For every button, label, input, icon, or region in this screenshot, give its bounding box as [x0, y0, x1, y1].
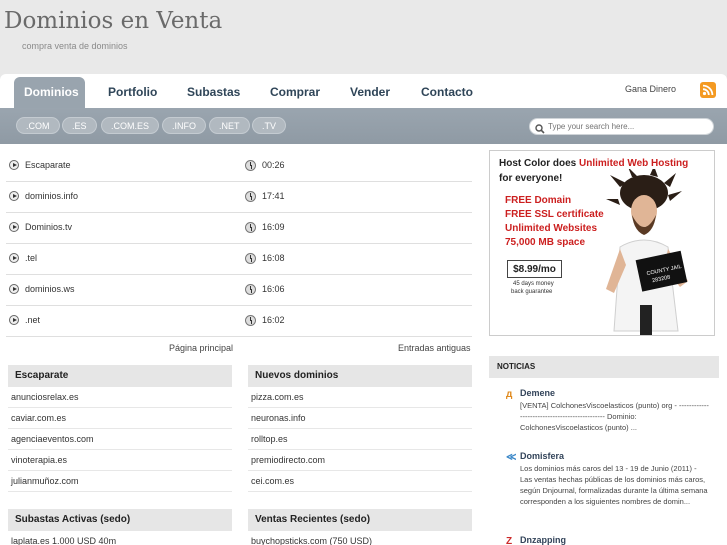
list-item[interactable]: vinoterapia.es [8, 450, 232, 471]
clock-icon [245, 222, 256, 233]
list-item[interactable]: neuronas.info [248, 408, 472, 429]
pager-home-link[interactable]: Página principal [169, 343, 233, 353]
ad-feature: FREE Domain [505, 195, 572, 206]
ad-person-image: COUNTY JAIL 283208 [606, 169, 688, 335]
tld-info[interactable]: .INFO [162, 117, 206, 134]
clock-icon [245, 315, 256, 326]
search-icon [535, 121, 545, 139]
nav-tab-portfolio[interactable]: Portfolio [98, 77, 167, 110]
box-title: Escaparate [8, 365, 232, 387]
post-title[interactable]: Dominios.tv [25, 222, 72, 232]
news-title[interactable]: Domisfera [520, 451, 564, 461]
post-row: .tel 16:08 [6, 244, 472, 275]
clock-icon [245, 160, 256, 171]
ad-price: $8.99/mo [507, 260, 562, 278]
ad-headline-2: for everyone! [499, 173, 563, 184]
post-title[interactable]: .net [25, 315, 40, 325]
news-title[interactable]: Dnzapping [520, 535, 566, 545]
post-title[interactable]: dominios.ws [25, 284, 75, 294]
nav-tab-contacto[interactable]: Contacto [411, 77, 483, 110]
hosting-ad-banner[interactable]: Host Color does Unlimited Web Hosting fo… [489, 150, 715, 336]
post-title[interactable]: Escaparate [25, 160, 71, 170]
clock-icon [245, 191, 256, 202]
post-time: 00:26 [262, 160, 285, 170]
list-item[interactable]: buychopsticks.com (750 USD) [248, 531, 472, 545]
news-title[interactable]: Demene [520, 388, 555, 398]
list-item[interactable]: caviar.com.es [8, 408, 232, 429]
post-title[interactable]: dominios.info [25, 191, 78, 201]
ventas-box: Ventas Recientes (sedo) buychopsticks.co… [248, 509, 472, 545]
tld-com[interactable]: .COM [16, 117, 60, 134]
main-nav: Dominios Portfolio Subastas Comprar Vend… [0, 74, 727, 110]
gana-dinero-link[interactable]: Gana Dinero [625, 84, 676, 94]
tld-bar: .COM .ES .COM.ES .INFO .NET .TV [0, 108, 727, 144]
ad-guarantee: back guarantee [511, 289, 553, 295]
tld-net[interactable]: .NET [209, 117, 250, 134]
main-content: Escaparate 00:26 dominios.info 17:41 Dom… [0, 144, 727, 545]
tld-es[interactable]: .ES [62, 117, 97, 134]
post-row: .net 16:02 [6, 306, 472, 337]
site-title[interactable]: Dominios en Venta [4, 8, 222, 34]
post-time: 16:02 [262, 315, 285, 325]
news-body: Los dominios más caros del 13 - 19 de Ju… [520, 464, 708, 506]
escaparate-box: Escaparate anunciosrelax.es caviar.com.e… [8, 365, 232, 492]
pager-older-link[interactable]: Entradas antiguas [398, 343, 471, 353]
play-icon [9, 284, 19, 294]
rss-icon[interactable] [700, 82, 716, 98]
clock-icon [245, 284, 256, 295]
news-header: NOTICIAS [489, 356, 719, 378]
post-row: dominios.ws 16:06 [6, 275, 472, 306]
demene-icon: д [506, 389, 513, 400]
list-item[interactable]: agenciaeventos.com [8, 429, 232, 450]
post-time: 16:09 [262, 222, 285, 232]
tld-com-es[interactable]: .COM.ES [101, 117, 160, 134]
nav-tab-comprar[interactable]: Comprar [260, 77, 330, 110]
nav-tab-vender[interactable]: Vender [340, 77, 400, 110]
list-item[interactable]: rolltop.es [248, 429, 472, 450]
nav-tab-dominios[interactable]: Dominios [14, 77, 85, 110]
list-item[interactable]: julianmuñoz.com [8, 471, 232, 492]
play-icon [9, 191, 19, 201]
post-row: Escaparate 00:26 [6, 151, 472, 182]
ad-feature: FREE SSL certificate [505, 209, 604, 220]
ad-guarantee: 45 days money [513, 281, 554, 287]
search-box [529, 118, 714, 135]
post-list: Escaparate 00:26 dominios.info 17:41 Dom… [6, 151, 472, 337]
site-subtitle: compra venta de dominios [22, 41, 128, 51]
box-title: Nuevos dominios [248, 365, 472, 387]
list-item[interactable]: laplata.es 1.000 USD 40m [8, 531, 232, 545]
news-body: [VENTA] ColchonesViscoelasticos (punto) … [520, 401, 709, 432]
post-time: 16:08 [262, 253, 285, 263]
play-icon [9, 160, 19, 170]
ad-feature: Unlimited Websites [505, 223, 598, 234]
post-time: 17:41 [262, 191, 285, 201]
list-item[interactable]: cei.com.es [248, 471, 472, 492]
play-icon [9, 253, 19, 263]
nav-tab-subastas[interactable]: Subastas [177, 77, 250, 110]
list-item[interactable]: premiodirecto.com [248, 450, 472, 471]
post-row: Dominios.tv 16:09 [6, 213, 472, 244]
post-title[interactable]: .tel [25, 253, 37, 263]
domisfera-icon: ≪ [506, 452, 517, 463]
box-title: Subastas Activas (sedo) [8, 509, 232, 531]
post-row: dominios.info 17:41 [6, 182, 472, 213]
post-time: 16:06 [262, 284, 285, 294]
list-item[interactable]: pizza.com.es [248, 387, 472, 408]
ad-feature: 75,000 MB space [505, 237, 586, 248]
nuevos-dominios-box: Nuevos dominios pizza.com.es neuronas.in… [248, 365, 472, 492]
box-title: Ventas Recientes (sedo) [248, 509, 472, 531]
tld-tv[interactable]: .TV [252, 117, 287, 134]
dnzapping-icon: Z [506, 536, 513, 545]
search-input[interactable] [548, 120, 708, 133]
play-icon [9, 222, 19, 232]
ad-headline: Host Color does Unlimited Web Hosting [499, 158, 689, 169]
list-item[interactable]: anunciosrelax.es [8, 387, 232, 408]
clock-icon [245, 253, 256, 264]
play-icon [9, 315, 19, 325]
subastas-box: Subastas Activas (sedo) laplata.es 1.000… [8, 509, 232, 545]
